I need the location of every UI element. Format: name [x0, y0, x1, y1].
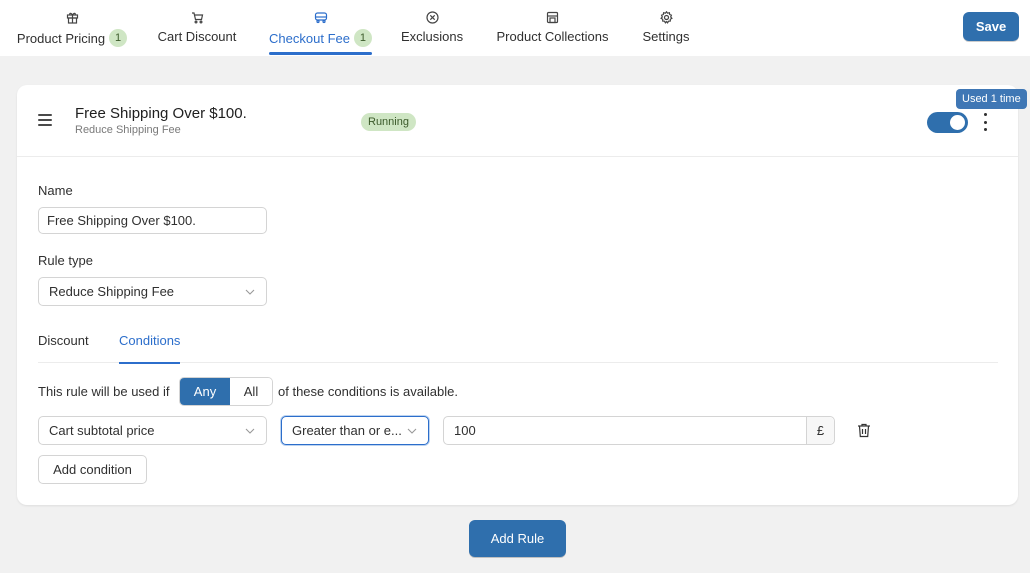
rule-subtabs: Discount Conditions	[38, 333, 998, 364]
active-tab-indicator	[119, 362, 181, 364]
toggle-knob	[950, 115, 965, 130]
condition-operator-value: Greater than or e...	[292, 423, 402, 438]
conditions-prefix-text: This rule will be used if	[38, 384, 170, 399]
truck-icon	[314, 10, 328, 24]
add-rule-button[interactable]: Add Rule	[469, 520, 566, 557]
rule-card: Free Shipping Over $100. Reduce Shipping…	[17, 85, 1018, 505]
rule-subtitle: Reduce Shipping Fee	[75, 124, 181, 136]
tab-settings[interactable]: Settings	[642, 0, 690, 56]
top-navigation: Product Pricing 1 Cart Discount Checkout…	[0, 0, 1030, 56]
tab-label: Exclusions	[400, 29, 464, 44]
trash-icon[interactable]	[857, 423, 871, 438]
rule-card-header[interactable]: Free Shipping Over $100. Reduce Shipping…	[17, 85, 1018, 157]
conditions-suffix-text: of these conditions is available.	[278, 384, 458, 399]
tab-count-badge: 1	[353, 29, 372, 47]
gear-icon	[659, 10, 673, 24]
tab-product-pricing[interactable]: Product Pricing 1	[16, 0, 128, 56]
tab-cart-discount[interactable]: Cart Discount	[157, 0, 237, 56]
rule-type-value: Reduce Shipping Fee	[49, 284, 175, 299]
gift-icon	[66, 10, 79, 24]
rule-type-label: Rule type	[38, 253, 93, 268]
tab-label: Product Collections	[496, 29, 609, 44]
rule-enabled-toggle[interactable]	[927, 112, 968, 133]
status-badge: Running	[361, 113, 416, 131]
more-options-icon[interactable]	[979, 112, 991, 132]
tab-label: Conditions	[119, 333, 181, 348]
condition-value-field[interactable]: 100 £	[443, 416, 835, 445]
cart-icon	[191, 10, 204, 24]
save-button[interactable]: Save	[963, 12, 1019, 41]
condition-operator-select[interactable]: Greater than or e...	[281, 416, 429, 445]
tab-checkout-fee[interactable]: Checkout Fee 1	[269, 0, 372, 56]
rule-title: Free Shipping Over $100.	[75, 105, 247, 122]
tab-label: Cart Discount	[157, 29, 237, 44]
tab-label: Product Pricing	[16, 30, 106, 46]
tab-label: Checkout Fee	[269, 30, 350, 46]
usage-tooltip: Used 1 time	[956, 89, 1027, 109]
match-any-button[interactable]: Any	[180, 378, 230, 405]
tab-exclusions[interactable]: Exclusions	[401, 0, 463, 56]
condition-field-value: Cart subtotal price	[49, 423, 155, 438]
chevron-down-icon	[244, 286, 256, 298]
match-mode-toggle: Any All	[179, 377, 273, 406]
tab-label: Settings	[642, 29, 690, 44]
condition-field-select[interactable]: Cart subtotal price	[38, 416, 267, 445]
tab-discount[interactable]: Discount	[38, 333, 89, 362]
tab-count-badge: 1	[109, 29, 128, 47]
circle-x-icon	[425, 10, 439, 24]
add-condition-button[interactable]: Add condition	[38, 455, 147, 484]
condition-value-input[interactable]: 100	[444, 423, 806, 438]
match-all-button[interactable]: All	[230, 378, 272, 405]
tab-conditions[interactable]: Conditions	[119, 333, 181, 364]
rule-name-input[interactable]	[38, 207, 267, 234]
rule-type-select[interactable]: Reduce Shipping Fee	[38, 277, 267, 306]
tab-product-collections[interactable]: Product Collections	[495, 0, 610, 56]
chevron-down-icon	[244, 425, 256, 437]
drag-handle-icon[interactable]	[38, 114, 52, 126]
store-icon	[546, 10, 559, 24]
chevron-down-icon	[406, 425, 418, 437]
active-tab-indicator	[269, 52, 372, 55]
name-label: Name	[38, 183, 73, 198]
currency-suffix: £	[806, 417, 834, 444]
